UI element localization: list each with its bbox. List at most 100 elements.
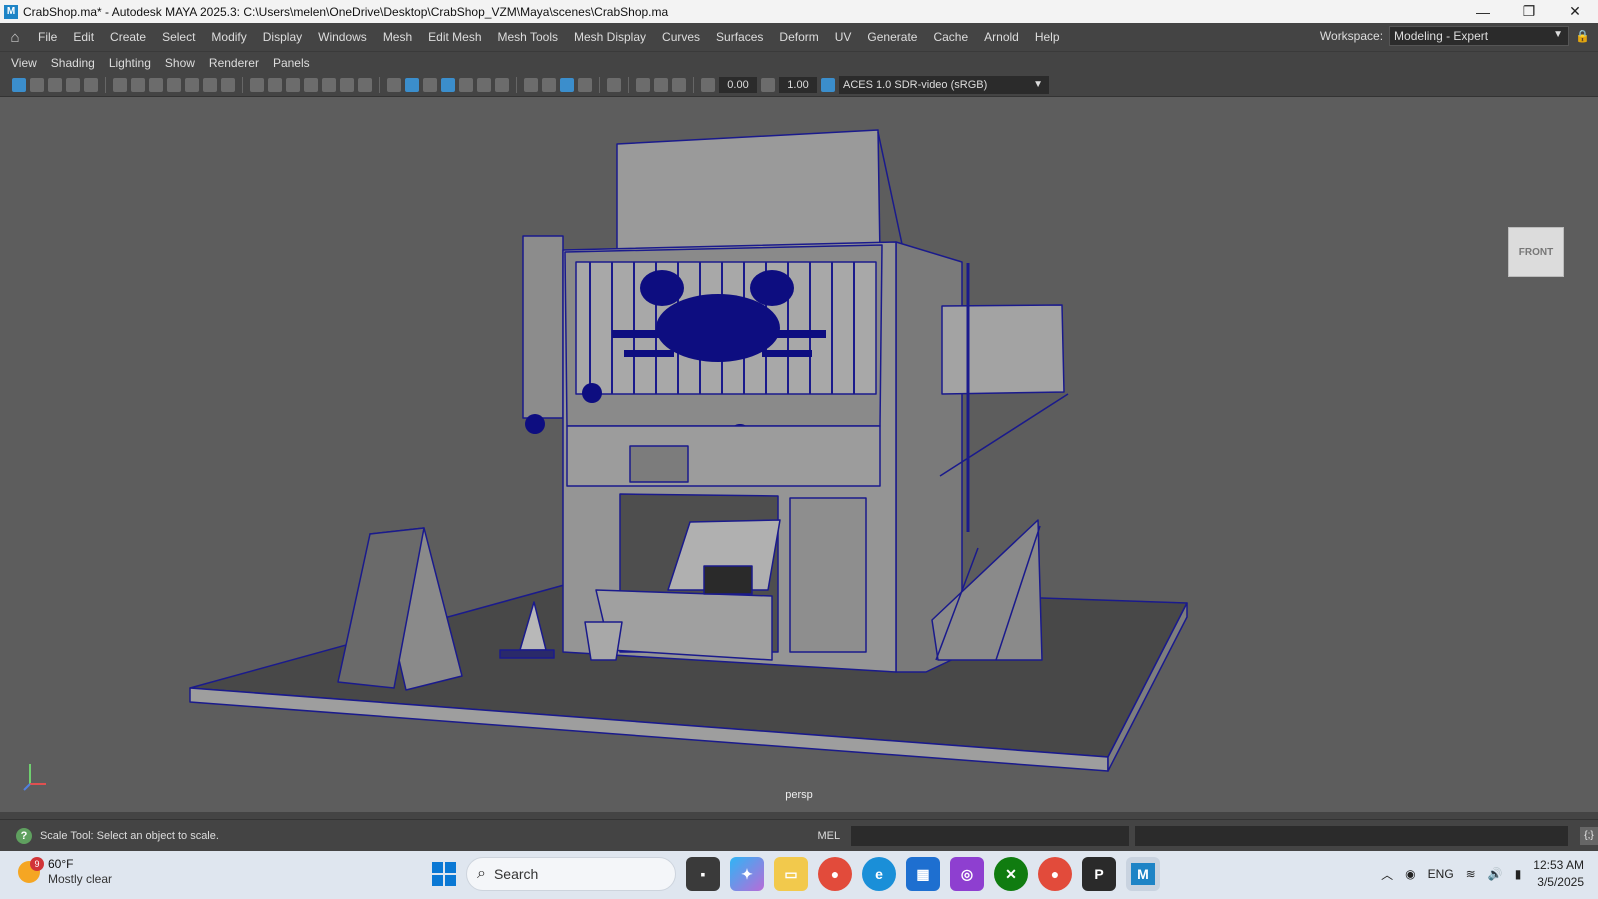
gamma-field[interactable]: 1.00 [779, 76, 817, 93]
panel-menubar: View Shading Lighting Show Renderer Pane… [0, 53, 1598, 73]
camera-icon[interactable] [131, 77, 145, 92]
default-material-icon[interactable] [423, 77, 437, 92]
3d-viewport[interactable]: FRONT [0, 97, 1598, 812]
view-cube[interactable]: FRONT [1508, 227, 1564, 277]
menu-help[interactable]: Help [1027, 30, 1068, 44]
menu-windows[interactable]: Windows [310, 30, 375, 44]
menu-mesh-display[interactable]: Mesh Display [566, 30, 654, 44]
menu-edit[interactable]: Edit [65, 30, 102, 44]
menu-create[interactable]: Create [102, 30, 154, 44]
home-icon[interactable]: ⌂ [0, 29, 30, 46]
task-view-icon[interactable]: ▪ [686, 857, 720, 891]
streaming-app-icon[interactable]: ◎ [950, 857, 984, 891]
motion-blur-icon[interactable] [542, 77, 556, 92]
menu-cache[interactable]: Cache [925, 30, 976, 44]
panel-menu-shading[interactable]: Shading [44, 56, 102, 70]
ambient-occlusion-icon[interactable] [524, 77, 538, 92]
menu-select[interactable]: Select [154, 30, 203, 44]
wifi-icon[interactable]: ≋ [1466, 867, 1476, 881]
grid-icon[interactable] [250, 77, 264, 92]
resolution-gate-icon[interactable] [286, 77, 300, 92]
panel-menu-renderer[interactable]: Renderer [202, 56, 266, 70]
weather-widget[interactable]: 9 60°F Mostly clear [18, 857, 112, 887]
chevron-up-icon[interactable]: ︿ [1381, 866, 1393, 883]
lights-icon[interactable] [477, 77, 491, 92]
image-plane-icon[interactable] [66, 77, 80, 92]
battery-icon[interactable]: ▮ [1515, 867, 1522, 881]
menu-mesh-tools[interactable]: Mesh Tools [490, 30, 566, 44]
isolate-select-icon[interactable] [607, 77, 621, 92]
menu-generate[interactable]: Generate [859, 30, 925, 44]
command-line-input[interactable] [851, 825, 1129, 846]
close-button[interactable]: ✕ [1552, 3, 1598, 20]
xbox-icon[interactable]: ✕ [994, 857, 1028, 891]
windows-start-icon[interactable] [432, 862, 456, 886]
edge-icon[interactable]: e [862, 857, 896, 891]
xray-joints-icon[interactable] [654, 77, 668, 92]
menu-mesh[interactable]: Mesh [375, 30, 420, 44]
file-explorer-icon[interactable]: ▭ [774, 857, 808, 891]
snapshot-icon[interactable] [149, 77, 163, 92]
select-camera-icon[interactable] [12, 77, 26, 92]
maya-taskbar-icon[interactable]: M [1126, 857, 1160, 891]
anti-aliasing-icon[interactable] [560, 77, 574, 92]
menu-curves[interactable]: Curves [654, 30, 708, 44]
clock[interactable]: 12:53 AM 3/5/2025 [1533, 857, 1584, 891]
chrome-profile-icon[interactable]: ● [1038, 857, 1072, 891]
exposure-icon[interactable] [701, 77, 715, 92]
safe-title-icon[interactable] [358, 77, 372, 92]
panel-menu-view[interactable]: View [4, 56, 44, 70]
menu-modify[interactable]: Modify [203, 30, 254, 44]
menu-edit-mesh[interactable]: Edit Mesh [420, 30, 489, 44]
wireframe-icon[interactable] [387, 77, 401, 92]
microsoft-store-icon[interactable]: ▦ [906, 857, 940, 891]
language-indicator[interactable]: ENG [1428, 867, 1454, 881]
exposure-field[interactable]: 0.00 [719, 76, 757, 93]
camera-attributes-icon[interactable] [30, 77, 44, 92]
gate-mask-icon[interactable] [304, 77, 318, 92]
cash-register [703, 565, 753, 595]
menu-uv[interactable]: UV [827, 30, 860, 44]
depth-of-field-icon[interactable] [578, 77, 592, 92]
minimize-button[interactable]: — [1460, 4, 1506, 20]
2d-pan-icon[interactable] [84, 77, 98, 92]
copilot-icon[interactable]: ✦ [730, 857, 764, 891]
panel-menu-lighting[interactable]: Lighting [102, 56, 158, 70]
field-chart-icon[interactable] [322, 77, 336, 92]
safe-action-icon[interactable] [340, 77, 354, 92]
maximize-button[interactable]: ❐ [1506, 3, 1552, 20]
panel-menu-panels[interactable]: Panels [266, 56, 317, 70]
bookmark-icon[interactable] [48, 77, 62, 92]
motion-trail-icon[interactable] [203, 77, 217, 92]
xray-active-icon[interactable] [672, 77, 686, 92]
xray-icon[interactable] [636, 77, 650, 92]
volume-icon[interactable]: 🔊 [1488, 867, 1503, 881]
pivot-icon[interactable] [185, 77, 199, 92]
menu-display[interactable]: Display [255, 30, 310, 44]
wireframe-on-shaded-icon[interactable] [441, 77, 455, 92]
textured-icon[interactable] [459, 77, 473, 92]
panel-menu-show[interactable]: Show [158, 56, 202, 70]
lock-icon[interactable]: 🔒 [1575, 29, 1590, 43]
color-management-icon[interactable] [821, 77, 835, 92]
view-transform-dropdown[interactable]: ACES 1.0 SDR-video (sRGB) ▼ [839, 75, 1049, 94]
script-editor-icon[interactable]: {;} [1580, 826, 1598, 845]
menu-surfaces[interactable]: Surfaces [708, 30, 771, 44]
smooth-shade-icon[interactable] [405, 77, 419, 92]
taskbar-search[interactable]: ⌕ Search [466, 857, 676, 891]
grease-pencil-icon[interactable] [113, 77, 127, 92]
pinterest-style-icon[interactable]: P [1082, 857, 1116, 891]
shadows-icon[interactable] [495, 77, 509, 92]
chevron-down-icon: ▼ [1553, 29, 1564, 40]
menu-arnold[interactable]: Arnold [976, 30, 1027, 44]
workspace-dropdown[interactable]: Modeling - Expert ▼ [1389, 26, 1570, 46]
menu-file[interactable]: File [30, 30, 65, 44]
mel-label[interactable]: MEL [817, 830, 845, 842]
menu-deform[interactable]: Deform [771, 30, 826, 44]
gamma-icon[interactable] [761, 77, 775, 92]
security-icon[interactable]: ◉ [1405, 867, 1415, 881]
lock-camera-icon[interactable] [167, 77, 181, 92]
chrome-icon[interactable]: ● [818, 857, 852, 891]
pencil-icon[interactable] [221, 77, 235, 92]
film-gate-icon[interactable] [268, 77, 282, 92]
